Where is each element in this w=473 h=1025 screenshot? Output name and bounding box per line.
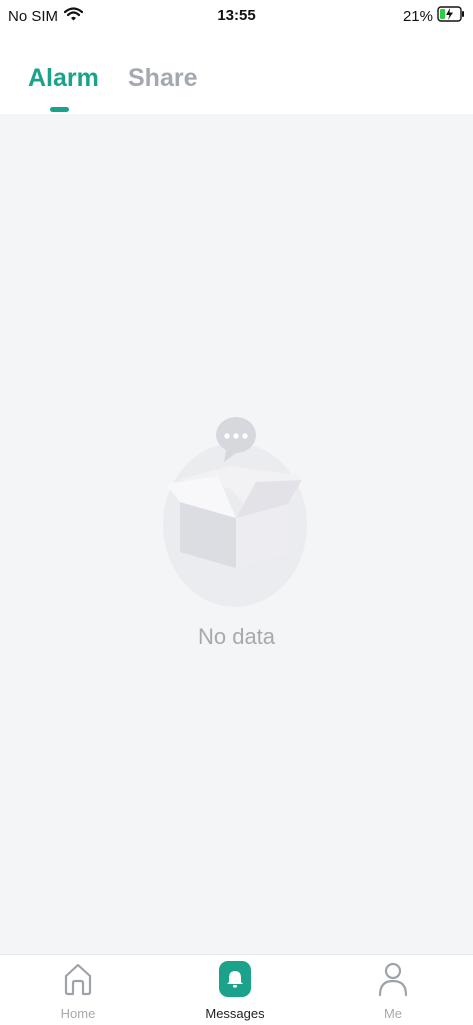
status-bar: No SIM 13:55 21% [0, 0, 473, 34]
battery-percent: 21% [402, 7, 433, 25]
tab-share[interactable]: Share [128, 64, 197, 93]
tabbar-label-messages: Messages [205, 1006, 265, 1021]
status-right: 21% [403, 6, 465, 26]
empty-state: No data [0, 410, 473, 660]
tabbar-item-home[interactable]: Home [18, 955, 138, 1025]
bell-icon [219, 961, 251, 997]
empty-box-icon [160, 410, 310, 610]
bottom-tab-bar: Home Messages Me [0, 954, 473, 1025]
tabbar-item-me[interactable]: Me [333, 955, 453, 1025]
tab-alarm[interactable]: Alarm [28, 64, 99, 93]
battery-charging-icon [437, 6, 465, 26]
tabbar-label-home: Home [60, 1006, 96, 1021]
tabbar-item-messages[interactable]: Messages [175, 955, 295, 1025]
person-icon [377, 961, 409, 1002]
tab-header: Alarm Share [0, 34, 473, 114]
active-tab-indicator [50, 107, 69, 112]
tabbar-label-me: Me [383, 1006, 403, 1021]
home-icon [62, 961, 94, 1002]
empty-message: No data [197, 624, 276, 649]
